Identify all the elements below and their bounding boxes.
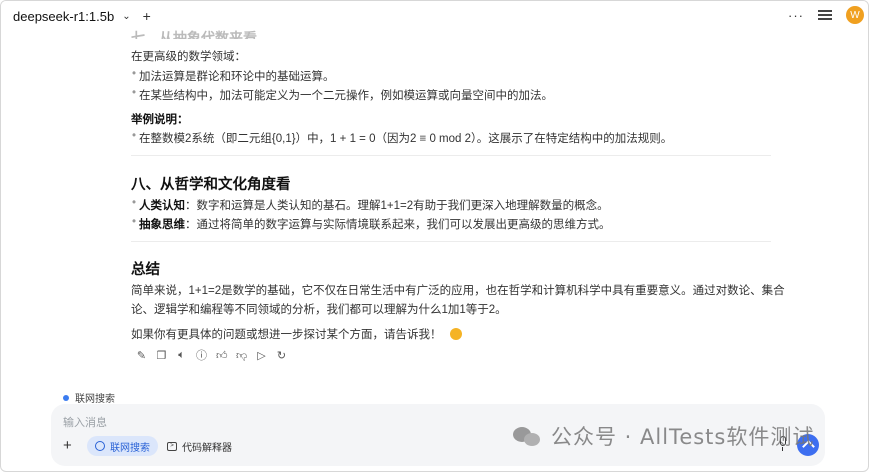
info-icon[interactable]: ⓘ <box>196 347 207 363</box>
summary-heading: 总结 <box>131 262 160 278</box>
closing-text: 如果你有更具体的问题或想进一步探讨某个方面，请告诉我！ <box>131 329 442 341</box>
paragraph: 在更高级的数学领域： <box>131 51 246 63</box>
paragraph: 简单来说，1+1=2是数学的基础，它不仅在日常生活中有广泛的应用，也在哲学和计算… <box>131 285 785 297</box>
top-right-controls: ··· W <box>788 6 864 24</box>
list-item: 人类认知：数字和运算是人类认知的基石。理解1+1=2有助于我们更深入地理解数量的… <box>132 197 609 213</box>
message-actions: ✎ ❐ 🔈︎ ⓘ 👍︎ 👎︎ ▷ ↻ <box>136 347 287 363</box>
speaker-icon[interactable]: 🔈︎ <box>176 349 187 362</box>
web-search-tag-label: 联网搜索 <box>75 394 115 405</box>
settings-sliders-icon[interactable] <box>818 9 832 21</box>
chevron-down-icon[interactable]: ⌄ <box>122 11 130 22</box>
section-heading-7: 七、从抽象代数来看 <box>131 30 257 39</box>
code-icon: > <box>167 441 177 451</box>
closing-line: 如果你有更具体的问题或想进一步探讨某个方面，请告诉我！ <box>131 326 462 342</box>
list-item-bold: 抽象思维 <box>139 219 185 231</box>
message-input[interactable]: 输入消息 <box>63 414 107 430</box>
web-search-toggle[interactable]: 联网搜索 <box>87 436 158 456</box>
new-chat-icon[interactable]: + <box>143 8 151 24</box>
list-item: 加法运算是群论和环论中的基础运算。 <box>132 68 334 84</box>
model-selector[interactable]: deepseek-r1:1.5b <box>13 9 114 24</box>
more-icon[interactable]: ··· <box>788 8 804 23</box>
list-item: 在整数模2系统（即二元组{0,1}）中，1 + 1 = 0（因为2 ≡ 0 mo… <box>132 130 672 146</box>
divider <box>131 241 771 242</box>
list-item-bold: 人类认知 <box>139 200 185 212</box>
code-interpreter-toggle[interactable]: > 代码解释器 <box>159 436 240 456</box>
web-search-toggle-label: 联网搜索 <box>110 442 150 454</box>
thumbs-down-icon[interactable]: 👎︎ <box>236 349 247 362</box>
divider <box>131 155 771 156</box>
code-interpreter-label: 代码解释器 <box>182 442 232 454</box>
watermark-text: 公众号 · AllTests软件测试 <box>551 425 815 449</box>
avatar[interactable]: W <box>846 6 864 24</box>
copy-icon[interactable]: ❐ <box>156 349 167 362</box>
play-icon[interactable]: ▷ <box>256 349 267 362</box>
smile-emoji-icon <box>449 328 462 340</box>
list-item-text: ：数字和运算是人类认知的基石。理解1+1=2有助于我们更深入地理解数量的概念。 <box>185 200 609 212</box>
regenerate-icon[interactable]: ↻ <box>276 349 287 362</box>
status-dot-icon <box>63 394 69 401</box>
globe-icon <box>95 441 105 451</box>
watermark: 公众号 · AllTests软件测试 <box>513 421 814 451</box>
list-item: 在某些结构中，加法可能定义为一个二元操作，例如模运算或向量空间中的加法。 <box>132 87 553 103</box>
paragraph: 论、逻辑学和编程等不同领域的分析，我们都可以理解为什么1加1等于2。 <box>131 304 507 316</box>
section-heading-8: 八、从哲学和文化角度看 <box>131 177 291 193</box>
edit-icon[interactable]: ✎ <box>136 349 147 362</box>
app-window: deepseek-r1:1.5b ⌄ + ··· W 七、从抽象代数来看 在更高… <box>0 0 869 472</box>
thumbs-up-icon[interactable]: 👍︎ <box>216 349 228 362</box>
top-bar: deepseek-r1:1.5b ⌄ + ··· W <box>1 1 868 31</box>
web-search-tag: 联网搜索 <box>63 390 115 405</box>
example-label: 举例说明： <box>131 114 189 126</box>
attach-plus-icon[interactable]: + <box>63 437 72 454</box>
list-item: 抽象思维：通过将简单的数字运算与实际情境联系起来，我们可以发展出更高级的思维方式… <box>132 216 611 232</box>
wechat-logo-icon <box>513 425 543 447</box>
list-item-text: ：通过将简单的数字运算与实际情境联系起来，我们可以发展出更高级的思维方式。 <box>185 219 611 231</box>
